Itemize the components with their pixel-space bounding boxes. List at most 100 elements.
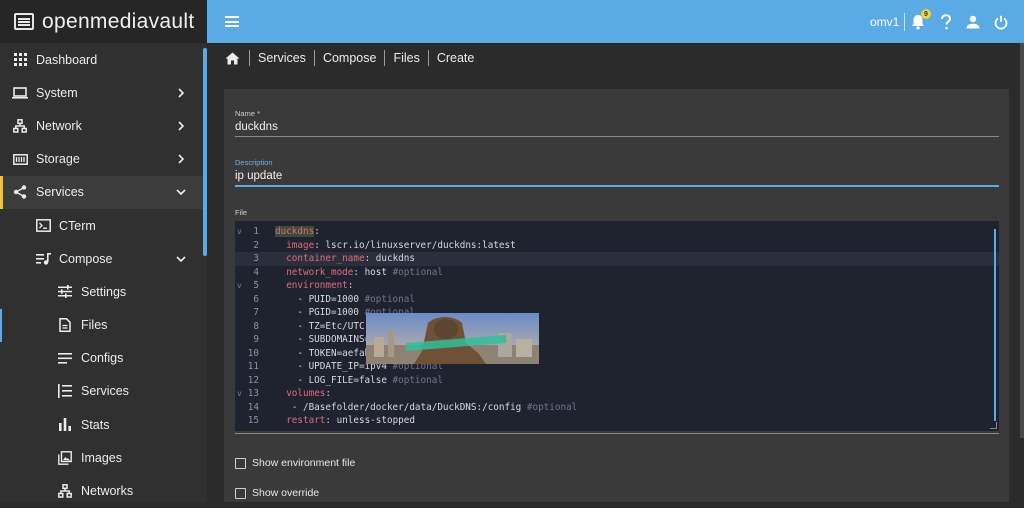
name-field[interactable]: duckdns bbox=[235, 121, 278, 133]
editor-line[interactable]: 10 - TOKEN=aefab bbox=[235, 347, 999, 361]
code-text: restart: unless-stopped bbox=[286, 415, 415, 427]
laptop-icon bbox=[11, 86, 29, 99]
code-text: - TZ=Etc/UTC bbox=[297, 320, 365, 332]
top-bar: omv1 9 bbox=[207, 0, 1024, 43]
chevron-right-icon bbox=[178, 154, 185, 164]
breadcrumb-item-services[interactable]: Services bbox=[258, 51, 306, 65]
line-number: 10 bbox=[247, 347, 259, 359]
breadcrumb-item-compose[interactable]: Compose bbox=[323, 51, 377, 65]
page-scrollbar[interactable] bbox=[1020, 43, 1024, 438]
bar-chart-icon bbox=[56, 418, 74, 432]
sidebar-item-label: Configs bbox=[81, 351, 124, 366]
code-text: container_name: duckdns bbox=[286, 253, 415, 265]
code-text: - LOG_FILE=false #optional bbox=[297, 374, 443, 386]
sidebar-item-networks[interactable]: Networks bbox=[0, 474, 207, 507]
home-icon[interactable] bbox=[225, 51, 241, 65]
sidebar-item-cterm[interactable]: CTerm bbox=[0, 209, 207, 242]
editor-line[interactable]: 4 network_mode: host #optional bbox=[235, 266, 999, 280]
notifications-count-badge: 9 bbox=[921, 9, 931, 19]
editor-line[interactable]: v 13 volumes: bbox=[235, 387, 999, 401]
sidebar-item-label: Storage bbox=[36, 152, 80, 167]
description-field-label: Description bbox=[235, 158, 273, 167]
editor-line[interactable]: 7 - PGID=1000 #optional bbox=[235, 306, 999, 320]
show-override-checkbox[interactable] bbox=[235, 487, 246, 499]
sidebar-item-files[interactable]: Files bbox=[0, 308, 207, 342]
editor-line[interactable]: v 1 duckdns: bbox=[235, 225, 999, 239]
show-environment-file-option[interactable]: Show environment file bbox=[235, 457, 355, 469]
sidebar-item-label: Files bbox=[81, 318, 108, 333]
code-text: image: lscr.io/linuxserver/duckdns:lates… bbox=[286, 239, 516, 251]
help-icon[interactable] bbox=[936, 12, 956, 32]
editor-line[interactable]: 6 - PUID=1000 #optional bbox=[235, 293, 999, 307]
line-number: 1 bbox=[253, 226, 259, 238]
description-field[interactable]: ip update bbox=[235, 170, 282, 182]
hostname: omv1 bbox=[870, 15, 900, 29]
resize-handle-icon[interactable] bbox=[990, 422, 997, 429]
sidebar-item-label: Services bbox=[36, 185, 84, 200]
breadcrumb-item-files[interactable]: Files bbox=[393, 51, 419, 65]
server-logo-icon bbox=[14, 13, 34, 30]
editor-line[interactable]: 3 container_name: duckdns bbox=[235, 252, 999, 266]
chevron-right-icon bbox=[178, 121, 185, 131]
breadcrumb-separator bbox=[313, 50, 315, 66]
line-number: 14 bbox=[247, 401, 259, 413]
topbar-divider bbox=[904, 13, 905, 31]
sidebar-scrollbar[interactable] bbox=[203, 48, 207, 256]
sidebar-item-configs[interactable]: Configs bbox=[0, 342, 207, 375]
sidebar-item-dashboard[interactable]: Dashboard bbox=[0, 43, 207, 76]
overlay-image bbox=[366, 313, 539, 364]
breadcrumb-separator bbox=[249, 50, 250, 66]
sidebar-item-label: Compose bbox=[59, 251, 113, 266]
sidebar-item-compose[interactable]: Compose bbox=[0, 242, 207, 275]
hamburger-menu-icon[interactable] bbox=[225, 16, 239, 27]
code-text: volumes: bbox=[286, 388, 331, 400]
code-text: environment: bbox=[286, 280, 354, 292]
app-logo[interactable]: openmediavault bbox=[0, 0, 207, 43]
network-icon bbox=[11, 119, 29, 133]
sidebar-item-label: Stats bbox=[81, 417, 110, 432]
sidebar-item-settings[interactable]: Settings bbox=[0, 275, 207, 308]
editor-line[interactable]: v5 environment: bbox=[235, 279, 999, 293]
sidebar-item-stats[interactable]: Stats bbox=[0, 408, 207, 441]
editor-line[interactable]: 9 - SUBDOMAINS= bbox=[235, 333, 999, 347]
show-override-option[interactable]: Show override bbox=[235, 487, 319, 499]
sidebar-item-images[interactable]: Images bbox=[0, 441, 207, 474]
line-number: 12 bbox=[247, 374, 259, 386]
sidebar-item-network[interactable]: Network bbox=[0, 109, 207, 142]
editor-scrollbar[interactable] bbox=[994, 229, 996, 421]
description-field-underline bbox=[235, 185, 999, 187]
compose-file-form: Name * duckdns Description ip update Fil… bbox=[224, 89, 1009, 502]
user-account-icon[interactable] bbox=[963, 12, 983, 32]
editor-line[interactable]: 14 - /Basefolder/docker/data/DuckDNS:/co… bbox=[235, 401, 999, 415]
sidebar-item-label: Network bbox=[36, 118, 82, 133]
sidebar-item-label: Images bbox=[81, 450, 122, 465]
editor-line[interactable]: 15 restart: unless-stopped bbox=[235, 414, 999, 428]
playlist-music-icon bbox=[34, 252, 52, 265]
sidebar-item-storage[interactable]: Storage bbox=[0, 143, 207, 176]
sidebar-item-label: Services bbox=[81, 384, 129, 399]
power-icon[interactable] bbox=[991, 12, 1011, 32]
sidebar-item-compose-services[interactable]: Services bbox=[0, 375, 207, 408]
editor-line[interactable]: 8 - TZ=Etc/UTC bbox=[235, 320, 999, 334]
editor-underline bbox=[235, 433, 999, 434]
line-number: 11 bbox=[247, 361, 259, 373]
editor-line[interactable]: 12 - LOG_FILE=false #optional bbox=[235, 374, 999, 388]
show-environment-file-checkbox[interactable] bbox=[235, 457, 246, 469]
breadcrumb-separator bbox=[384, 50, 386, 66]
logo-text: openmediavault bbox=[42, 9, 195, 33]
code-text: - SUBDOMAINS= bbox=[297, 334, 371, 346]
code-text: duckdns: bbox=[275, 226, 320, 238]
line-number: 13 bbox=[247, 388, 259, 400]
tune-icon bbox=[56, 285, 74, 299]
line-number: 2 bbox=[253, 239, 259, 251]
grid-icon bbox=[11, 53, 29, 67]
code-text: - PUID=1000 #optional bbox=[297, 293, 415, 305]
sidebar-item-system[interactable]: System bbox=[0, 76, 207, 109]
editor-line[interactable]: 11 - UPDATE_IP=ipv4 #optional bbox=[235, 360, 999, 374]
sidebar-item-services[interactable]: Services bbox=[0, 175, 207, 210]
breadcrumb-separator bbox=[427, 50, 429, 66]
breadcrumb-item-create: Create bbox=[436, 51, 475, 65]
line-number: 4 bbox=[253, 266, 259, 278]
editor-line[interactable]: 2 image: lscr.io/linuxserver/duckdns:lat… bbox=[235, 239, 999, 253]
code-editor[interactable]: v 1 duckdns: 2 image: lscr.io/linuxserver/d… bbox=[235, 221, 999, 431]
